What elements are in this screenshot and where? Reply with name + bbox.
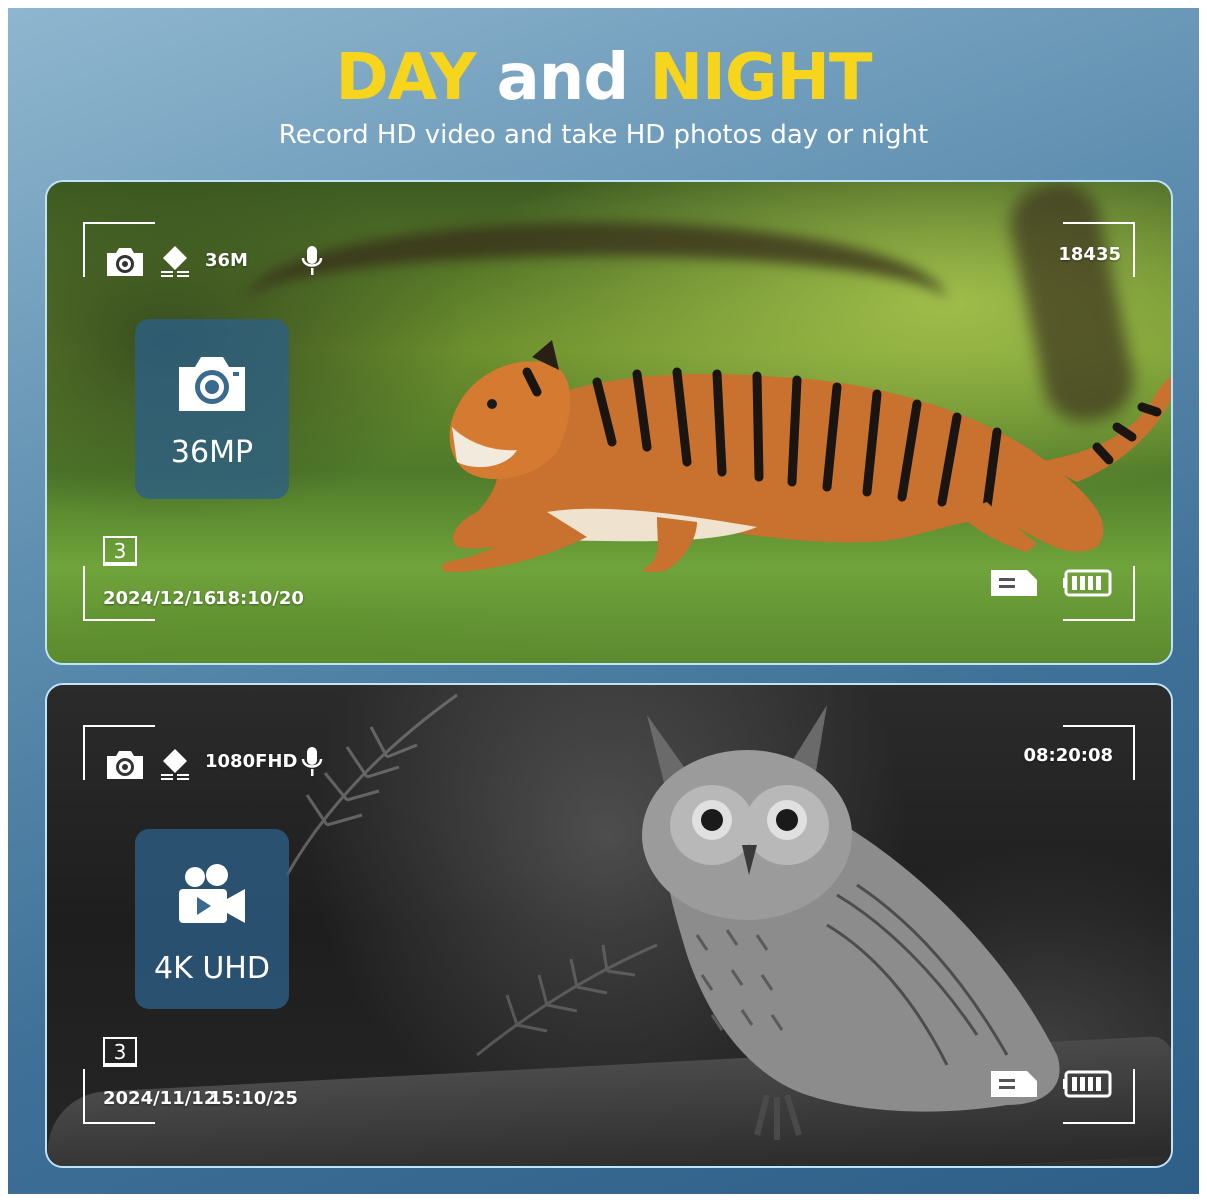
mode-label: 4K UHD [154, 951, 270, 986]
photo-counter: 18435 [1058, 244, 1121, 265]
battery-icon [1063, 569, 1112, 597]
tiger-image [441, 340, 1171, 572]
exposure-icon [161, 246, 189, 277]
fern-image [285, 693, 458, 876]
exposure-icon [161, 749, 189, 780]
frame-number: 3 [103, 1037, 137, 1067]
page-title: DAY and NIGHT [0, 40, 1207, 116]
title-day: DAY [335, 41, 476, 115]
mode-box: 36MP [135, 319, 289, 499]
resolution-label: 1080FHD [205, 751, 298, 772]
camera-icon [179, 357, 245, 411]
night-panel: 1080FHD 08:20:08 4K UHD 3 2024/11/12 15:… [45, 683, 1173, 1168]
video-timer: 08:20:08 [1023, 745, 1113, 766]
sd-card-icon [991, 1071, 1037, 1097]
camera-icon [107, 248, 143, 276]
frame-number: 3 [103, 536, 137, 566]
page-subtitle: Record HD video and take HD photos day o… [278, 120, 929, 150]
resolution-label: 36M [205, 250, 248, 271]
video-camera-icon [179, 864, 245, 923]
microphone-icon [301, 246, 323, 275]
time-label: 15:10/25 [209, 1088, 298, 1109]
mode-box: 4K UHD [135, 829, 289, 1009]
microphone-icon [301, 747, 323, 776]
mode-label: 36MP [170, 435, 254, 470]
title-and: and [496, 41, 630, 115]
day-panel: 36M 18435 36MP 3 2024/12/16 18:10/20 [45, 180, 1173, 665]
date-label: 2024/12/16 [103, 588, 217, 609]
time-label: 18:10/20 [215, 588, 304, 609]
battery-icon [1063, 1070, 1112, 1098]
title-night: NIGHT [649, 41, 872, 115]
sd-card-icon [991, 570, 1037, 596]
camera-icon [107, 751, 143, 779]
date-label: 2024/11/12 [103, 1088, 217, 1109]
